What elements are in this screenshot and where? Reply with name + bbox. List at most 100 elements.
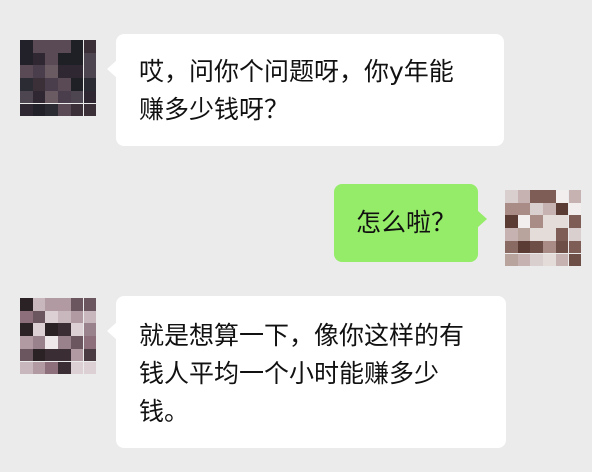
avatar-mosaic-tile [83,90,96,104]
avatar-mosaic-tile [32,90,46,104]
avatar-mosaic-tile [530,215,544,229]
avatar-mosaic-tile [555,202,569,216]
avatar[interactable] [505,190,581,266]
avatar-mosaic-tile [543,228,556,241]
avatar-mosaic-tile [58,298,71,311]
avatar-mosaic-tile [568,202,581,216]
message-bubble[interactable]: 哎，问你个问题呀，你y年能 赚多少钱呀？ [107,34,504,146]
avatar-mosaic-tile [20,298,33,311]
message-bubble[interactable]: 就是想算一下，像你这样的有 钱人平均一个小时能赚多少 钱。 [107,296,506,448]
avatar-mosaic-tile [20,310,33,324]
avatar-mosaic-tile [58,336,71,349]
avatar-mosaic-tile [517,202,531,216]
avatar-mosaic-tile [505,190,518,203]
avatar-mosaic-tile [32,323,46,337]
avatar-mosaic-tile [32,52,46,66]
avatar-mosaic-tile [568,228,581,241]
avatar-mosaic-tile [70,310,84,324]
avatar-mosaic-tile [45,323,59,337]
avatar-mosaic-tile [20,52,33,66]
avatar-mosaic-tile [505,253,518,266]
message-text: 就是想算一下，像你这样的有 钱人平均一个小时能赚多少 钱。 [139,321,465,426]
avatar-mosaic-tile [70,78,84,91]
avatar-mosaic-tile [530,202,544,216]
avatar-mosaic-tile [517,190,531,203]
avatar-mosaic-tile [70,40,84,53]
avatar-mosaic-tile [20,348,33,362]
avatar-mosaic-tile [45,52,59,66]
avatar-mosaic-tile [83,298,96,311]
avatar-mosaic-tile [505,202,518,216]
avatar-mosaic-tile [505,240,518,254]
avatar-mosaic-tile [517,228,531,241]
bubble-tail [107,60,117,78]
avatar-mosaic-tile [70,323,84,337]
avatar-mosaic-tile [32,78,46,91]
avatar-mosaic-tile [20,65,33,79]
avatar-mosaic-tile [83,52,96,66]
message-text: 哎，问你个问题呀，你y年能 赚多少钱呀？ [139,57,454,124]
avatar-mosaic-tile [20,336,33,349]
avatar-mosaic-tile [530,190,544,203]
avatar-mosaic-tile [83,78,96,91]
avatar-mosaic-tile [83,361,96,374]
avatar-mosaic-tile [555,240,569,254]
avatar-mosaic-tile [543,215,556,229]
avatar-mosaic-tile [58,310,71,324]
avatar-mosaic-tile [555,253,569,266]
avatar-mosaic-tile [20,90,33,104]
avatar-mosaic-tile [505,228,518,241]
bubble-tail [107,322,117,340]
avatar-mosaic-tile [58,361,71,374]
avatar-mosaic-tile [70,336,84,349]
avatar-mosaic-tile [530,228,544,241]
avatar-mosaic-tile [568,253,581,266]
avatar-mosaic-tile [45,65,59,79]
avatar[interactable] [20,298,96,374]
avatar-mosaic-tile [70,103,84,116]
avatar-mosaic-tile [517,253,531,266]
avatar-mosaic-tile [20,361,33,374]
avatar-mosaic-tile [58,40,71,53]
avatar-mosaic-tile [543,253,556,266]
avatar-mosaic-tile [70,65,84,79]
bubble-tail [477,210,487,228]
chat-area: 哎，问你个问题呀，你y年能 赚多少钱呀？ 怎么啦？ 就是想算一下，像你这样的有 … [0,0,592,472]
avatar-mosaic-tile [45,298,59,311]
avatar-mosaic-tile [58,52,71,66]
avatar-mosaic-tile [517,215,531,229]
avatar-mosaic-tile [58,78,71,91]
avatar-mosaic-tile [555,228,569,241]
avatar[interactable] [20,40,96,116]
avatar-mosaic-tile [32,336,46,349]
avatar-mosaic-tile [20,40,33,53]
avatar-mosaic-tile [58,90,71,104]
avatar-mosaic-tile [45,310,59,324]
avatar-mosaic-tile [45,90,59,104]
avatar-mosaic-tile [83,65,96,79]
avatar-mosaic-tile [555,215,569,229]
avatar-mosaic-tile [58,323,71,337]
avatar-mosaic-tile [530,240,544,254]
avatar-mosaic-tile [45,348,59,362]
avatar-mosaic-tile [32,298,46,311]
avatar-mosaic-tile [70,52,84,66]
avatar-mosaic-tile [70,361,84,374]
avatar-mosaic-tile [543,202,556,216]
avatar-mosaic-tile [543,190,556,203]
message-bubble[interactable]: 怎么啦？ [334,184,487,262]
avatar-mosaic-tile [83,40,96,53]
avatar-mosaic-tile [45,336,59,349]
avatar-mosaic-tile [83,103,96,116]
avatar-mosaic-tile [70,90,84,104]
avatar-mosaic-tile [83,323,96,337]
avatar-mosaic-tile [70,348,84,362]
avatar-mosaic-tile [20,103,33,116]
avatar-mosaic-tile [45,103,59,116]
avatar-mosaic-tile [555,190,569,203]
avatar-mosaic-tile [568,190,581,203]
avatar-mosaic-tile [58,103,71,116]
avatar-mosaic-tile [70,298,84,311]
avatar-mosaic-tile [505,215,518,229]
avatar-mosaic-tile [58,65,71,79]
